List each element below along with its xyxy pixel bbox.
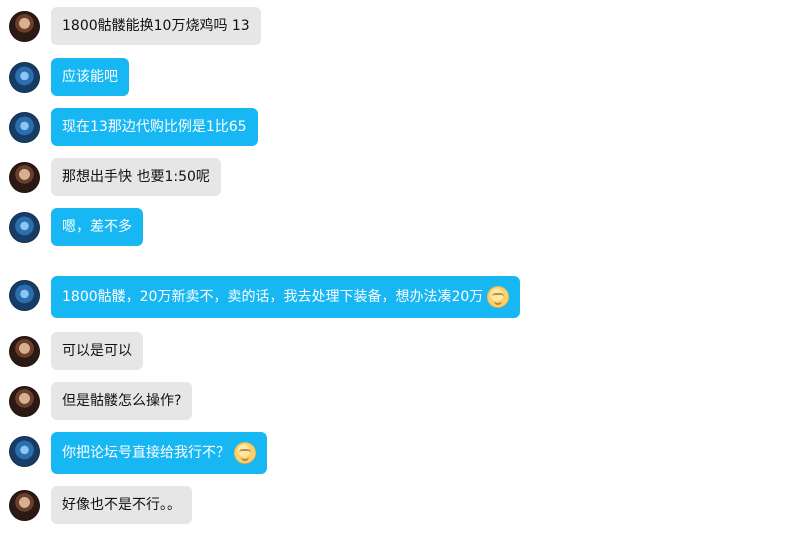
avatar[interactable] xyxy=(9,62,40,93)
message-row: 那想出手快 也要1:50呢 xyxy=(0,158,801,208)
message-text: 可以是可以 xyxy=(62,343,132,359)
avatar[interactable] xyxy=(9,386,40,417)
avatar[interactable] xyxy=(9,336,40,367)
message-text: 你把论坛号直接给我行不？ xyxy=(62,445,230,461)
avatar[interactable] xyxy=(9,11,40,42)
avatar[interactable] xyxy=(9,212,40,243)
message-row: 应该能吧 xyxy=(0,58,801,108)
message-bubble[interactable]: 现在13那边代购比例是1比65 xyxy=(51,108,258,146)
message-row: 嗯，差不多 xyxy=(0,208,801,258)
message-bubble[interactable]: 1800骷髅，20万新卖不，卖的话，我去处理下装备，想办法凑20万 xyxy=(51,276,521,318)
message-row: 好像也不是不行。。 xyxy=(0,486,801,536)
message-text: 1800骷髅能换10万烧鸡吗 13 xyxy=(62,18,250,34)
message-row: 但是骷髅怎么操作? xyxy=(0,382,801,432)
message-text: 1800骷髅，20万新卖不，卖的话，我去处理下装备，想办法凑20万 xyxy=(62,289,484,305)
message-text: 应该能吧 xyxy=(62,69,118,85)
message-row: 现在13那边代购比例是1比65 xyxy=(0,108,801,158)
avatar[interactable] xyxy=(9,112,40,143)
message-bubble[interactable]: 但是骷髅怎么操作? xyxy=(51,382,193,420)
message-bubble[interactable]: 1800骷髅能换10万烧鸡吗 13 xyxy=(51,7,261,45)
avatar[interactable] xyxy=(9,280,40,311)
message-text: 好像也不是不行。。 xyxy=(62,497,181,513)
message-bubble[interactable]: 嗯，差不多 xyxy=(51,208,143,246)
message-row: 1800骷髅，20万新卖不，卖的话，我去处理下装备，想办法凑20万 xyxy=(0,276,801,326)
avatar[interactable] xyxy=(9,490,40,521)
message-text: 那想出手快 也要1:50呢 xyxy=(62,169,210,185)
message-text: 但是骷髅怎么操作? xyxy=(62,393,182,409)
message-row: 你把论坛号直接给我行不？ xyxy=(0,432,801,482)
message-bubble[interactable]: 应该能吧 xyxy=(51,58,129,96)
message-text: 现在13那边代购比例是1比65 xyxy=(62,119,247,135)
avatar[interactable] xyxy=(9,436,40,467)
message-bubble[interactable]: 好像也不是不行。。 xyxy=(51,486,192,524)
message-bubble[interactable]: 那想出手快 也要1:50呢 xyxy=(51,158,221,196)
message-row: 可以是可以 xyxy=(0,332,801,382)
message-bubble[interactable]: 你把论坛号直接给我行不？ xyxy=(51,432,267,474)
message-bubble[interactable]: 可以是可以 xyxy=(51,332,143,370)
message-row: 1800骷髅能换10万烧鸡吗 13 xyxy=(0,7,801,57)
avatar[interactable] xyxy=(9,162,40,193)
smile-emoji-icon xyxy=(234,442,256,464)
message-text: 嗯，差不多 xyxy=(62,219,132,235)
smile-emoji-icon xyxy=(487,286,510,308)
